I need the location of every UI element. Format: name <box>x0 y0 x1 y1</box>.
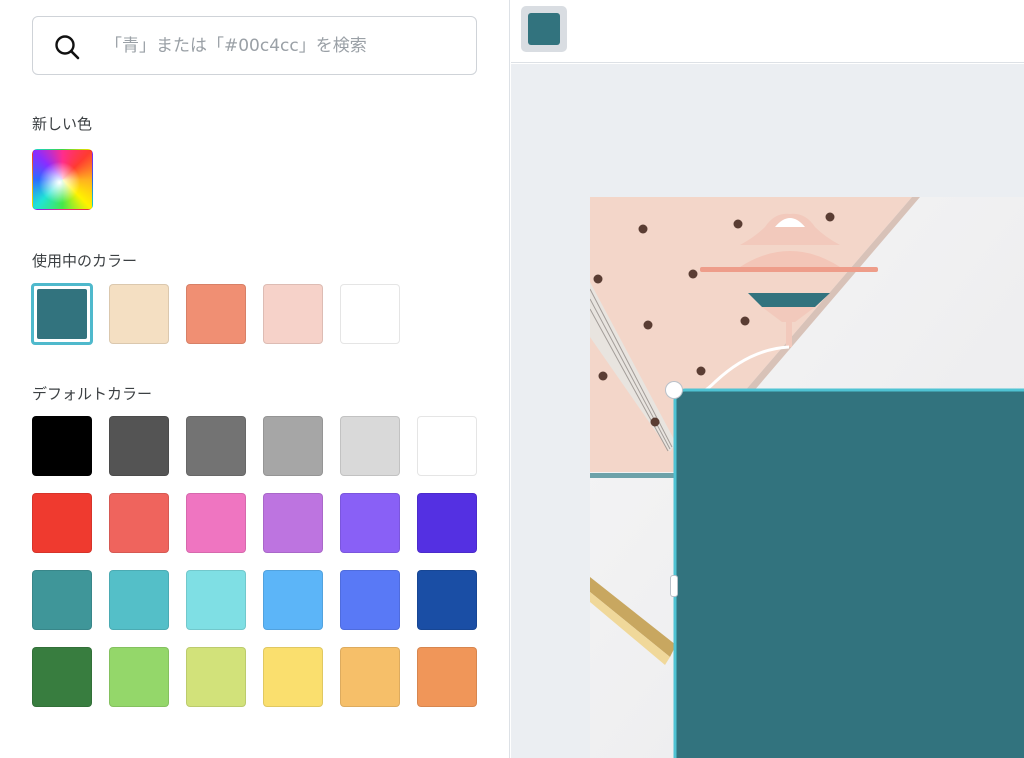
default-color-swatch[interactable] <box>109 416 169 476</box>
editor-workspace <box>511 64 1024 758</box>
default-color-swatch[interactable] <box>340 647 400 707</box>
default-color-swatch[interactable] <box>263 647 323 707</box>
selected-color-fill <box>37 289 87 339</box>
selection-side-handle[interactable] <box>670 575 678 597</box>
default-color-swatch[interactable] <box>417 416 477 476</box>
default-color-swatch[interactable] <box>109 647 169 707</box>
default-color-swatch[interactable] <box>263 570 323 630</box>
document-color-swatch[interactable] <box>186 284 246 344</box>
color-panel: 新しい色 使用中のカラー デフォルトカラー <box>0 0 510 758</box>
default-color-swatch[interactable] <box>186 416 246 476</box>
default-color-swatch[interactable] <box>32 570 92 630</box>
new-color-button[interactable] <box>32 149 93 210</box>
design-page[interactable] <box>590 197 1024 758</box>
default-color-swatch[interactable] <box>32 647 92 707</box>
design-background-image <box>590 197 1024 758</box>
default-color-swatch[interactable] <box>263 493 323 553</box>
default-color-swatch[interactable] <box>32 493 92 553</box>
color-picker-app: 新しい色 使用中のカラー デフォルトカラー <box>0 0 1024 758</box>
document-color-swatch[interactable] <box>340 284 400 344</box>
default-color-swatch[interactable] <box>417 570 477 630</box>
default-color-swatch[interactable] <box>340 493 400 553</box>
document-color-swatch[interactable] <box>263 284 323 344</box>
current-color-fill <box>528 13 560 45</box>
default-color-swatch[interactable] <box>417 493 477 553</box>
search-icon <box>55 35 80 60</box>
default-color-swatch[interactable] <box>186 493 246 553</box>
default-color-swatch[interactable] <box>186 570 246 630</box>
color-search-input[interactable] <box>103 31 463 61</box>
default-color-swatch[interactable] <box>186 647 246 707</box>
default-color-swatch[interactable] <box>263 416 323 476</box>
editor-toolbar <box>511 0 1024 63</box>
current-color-button[interactable] <box>521 6 567 52</box>
new-color-title: 新しい色 <box>32 115 93 133</box>
default-color-swatch[interactable] <box>109 570 169 630</box>
document-color-swatch[interactable] <box>31 283 93 345</box>
document-color-swatch[interactable] <box>109 284 169 344</box>
default-colors-title: デフォルトカラー <box>32 385 153 403</box>
default-color-swatch[interactable] <box>109 493 169 553</box>
color-search-box[interactable] <box>32 16 477 75</box>
default-color-swatch[interactable] <box>417 647 477 707</box>
document-colors-title: 使用中のカラー <box>32 252 138 270</box>
default-color-swatch[interactable] <box>340 570 400 630</box>
selection-rotate-handle[interactable] <box>665 381 683 399</box>
default-color-swatch[interactable] <box>32 416 92 476</box>
default-color-swatch[interactable] <box>340 416 400 476</box>
